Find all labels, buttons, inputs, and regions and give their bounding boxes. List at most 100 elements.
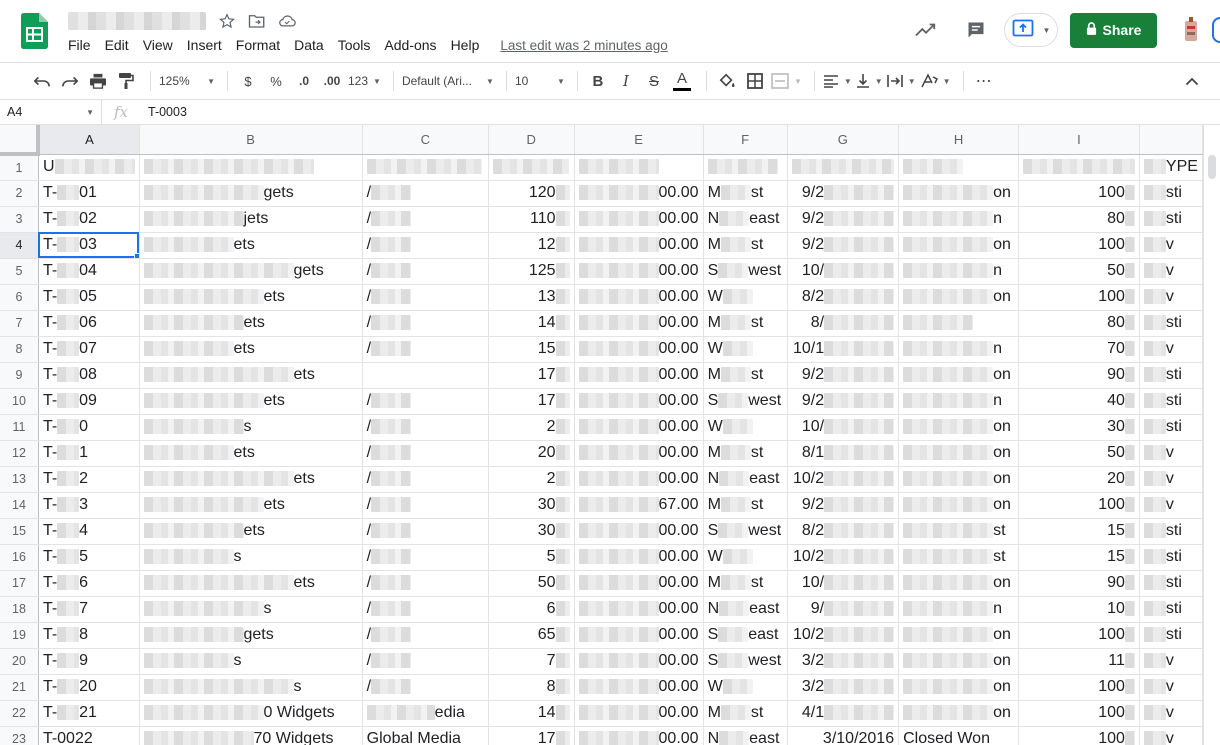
cell-h[interactable]: on <box>898 622 1019 649</box>
cell-a[interactable]: T- 0 <box>38 414 140 441</box>
horizontal-align-select[interactable]: ▼ <box>823 67 852 95</box>
cell-b[interactable]: 70 Widgets <box>139 726 363 745</box>
cell-b[interactable]: gets <box>139 622 363 649</box>
cell-g[interactable]: 9/2 <box>787 180 900 207</box>
cell-a[interactable]: U <box>38 153 140 181</box>
row-header[interactable]: 3 <box>0 206 39 233</box>
account-avatar[interactable] <box>1178 17 1204 43</box>
cell-e[interactable]: 00.00 <box>574 726 704 745</box>
cell-a[interactable]: T- 03 <box>38 232 140 259</box>
cell-h[interactable]: on <box>898 440 1019 467</box>
cell-i[interactable]: 40 <box>1018 388 1140 415</box>
cell-d[interactable]: 12 <box>488 232 575 259</box>
row-header[interactable]: 11 <box>0 414 39 441</box>
cell-c[interactable]: / <box>362 206 489 233</box>
cell-c[interactable]: / <box>362 414 489 441</box>
cell-d[interactable]: 125 <box>488 258 575 285</box>
cell-c[interactable]: Global Media <box>362 726 489 745</box>
cell-a[interactable]: T- 08 <box>38 362 140 389</box>
cell-b[interactable]: 0 Widgets <box>139 700 363 727</box>
move-to-folder-icon[interactable] <box>248 12 266 30</box>
cell-e[interactable]: 00.00 <box>574 570 704 597</box>
cell-h[interactable]: n <box>898 336 1019 363</box>
cell-d[interactable]: 50 <box>488 570 575 597</box>
row-header[interactable]: 23 <box>0 726 39 745</box>
cell-a[interactable]: T- 20 <box>38 674 140 701</box>
cell-j[interactable]: v <box>1139 258 1203 285</box>
merge-cells-select[interactable]: ▼ <box>771 67 802 95</box>
cell-g[interactable]: 9/2 <box>787 492 900 519</box>
column-header[interactable]: F <box>703 125 788 155</box>
cell-f[interactable]: Neast <box>703 466 788 493</box>
cell-b[interactable]: s <box>139 596 363 623</box>
cell-e[interactable]: 00.00 <box>574 414 704 441</box>
bold-button[interactable]: B <box>586 67 610 95</box>
cell-d[interactable]: 17 <box>488 388 575 415</box>
row-header[interactable]: 17 <box>0 570 39 597</box>
row-header[interactable]: 19 <box>0 622 39 649</box>
cell-e[interactable]: 00.00 <box>574 700 704 727</box>
cell-h[interactable]: n <box>898 388 1019 415</box>
menu-view[interactable]: View <box>143 37 173 53</box>
cell-b[interactable]: ets <box>139 388 363 415</box>
cell-c[interactable] <box>362 153 489 181</box>
cell-c[interactable] <box>362 362 489 389</box>
cell-f[interactable]: W <box>703 284 788 311</box>
cell-d[interactable]: 13 <box>488 284 575 311</box>
cell-c[interactable]: / <box>362 232 489 259</box>
cell-d[interactable]: 17 <box>488 726 575 745</box>
cell-g[interactable]: 8/2 <box>787 518 900 545</box>
cell-e[interactable]: 00.00 <box>574 336 704 363</box>
cell-e[interactable]: 00.00 <box>574 596 704 623</box>
cell-f[interactable]: Swest <box>703 518 788 545</box>
cell-h[interactable]: st <box>898 518 1019 545</box>
cell-h[interactable]: on <box>898 700 1019 727</box>
cell-c[interactable]: / <box>362 674 489 701</box>
cell-c[interactable]: edia <box>362 700 489 727</box>
cell-e[interactable]: 00.00 <box>574 440 704 467</box>
cell-e[interactable]: 00.00 <box>574 648 704 675</box>
cell-a[interactable]: T- 8 <box>38 622 140 649</box>
cell-a[interactable]: T- 2 <box>38 466 140 493</box>
cell-b[interactable]: s <box>139 544 363 571</box>
row-header[interactable]: 6 <box>0 284 39 311</box>
cell-e[interactable]: 67.00 <box>574 492 704 519</box>
cell-j[interactable]: YPE <box>1139 153 1203 181</box>
cell-a[interactable]: T- 07 <box>38 336 140 363</box>
cell-i[interactable]: 15 <box>1018 544 1140 571</box>
cell-g[interactable]: 10/ <box>787 414 900 441</box>
star-icon[interactable] <box>218 12 236 30</box>
cell-b[interactable]: jets <box>139 206 363 233</box>
redo-icon[interactable] <box>58 67 82 95</box>
cell-j[interactable]: v <box>1139 284 1203 311</box>
cell-c[interactable]: / <box>362 310 489 337</box>
cell-f[interactable]: W <box>703 336 788 363</box>
cell-e[interactable]: 00.00 <box>574 518 704 545</box>
row-header[interactable]: 10 <box>0 388 39 415</box>
cell-b[interactable]: gets <box>139 180 363 207</box>
account-switcher[interactable] <box>1212 17 1220 43</box>
cell-e[interactable]: 00.00 <box>574 310 704 337</box>
cell-f[interactable]: Neast <box>703 726 788 745</box>
cell-g[interactable]: 3/2 <box>787 648 900 675</box>
cell-a[interactable]: T- 5 <box>38 544 140 571</box>
cell-e[interactable] <box>574 153 704 181</box>
column-header[interactable]: H <box>898 125 1019 155</box>
cell-h[interactable]: on <box>898 232 1019 259</box>
cell-d[interactable]: 20 <box>488 440 575 467</box>
cell-f[interactable]: Mst <box>703 362 788 389</box>
cell-g[interactable]: 9/2 <box>787 232 900 259</box>
cell-d[interactable]: 6 <box>488 596 575 623</box>
cell-j[interactable]: sti <box>1139 414 1203 441</box>
cell-j[interactable]: v <box>1139 726 1203 745</box>
cell-i[interactable]: 100 <box>1018 622 1140 649</box>
cell-h[interactable]: st <box>898 544 1019 571</box>
cell-d[interactable]: 110 <box>488 206 575 233</box>
vertical-scrollbar[interactable] <box>1203 125 1220 745</box>
cell-d[interactable]: 2 <box>488 414 575 441</box>
cell-i[interactable]: 100 <box>1018 674 1140 701</box>
fill-color-icon[interactable] <box>715 67 739 95</box>
cell-g[interactable]: 9/2 <box>787 388 900 415</box>
cell-e[interactable]: 00.00 <box>574 206 704 233</box>
print-icon[interactable] <box>86 67 110 95</box>
